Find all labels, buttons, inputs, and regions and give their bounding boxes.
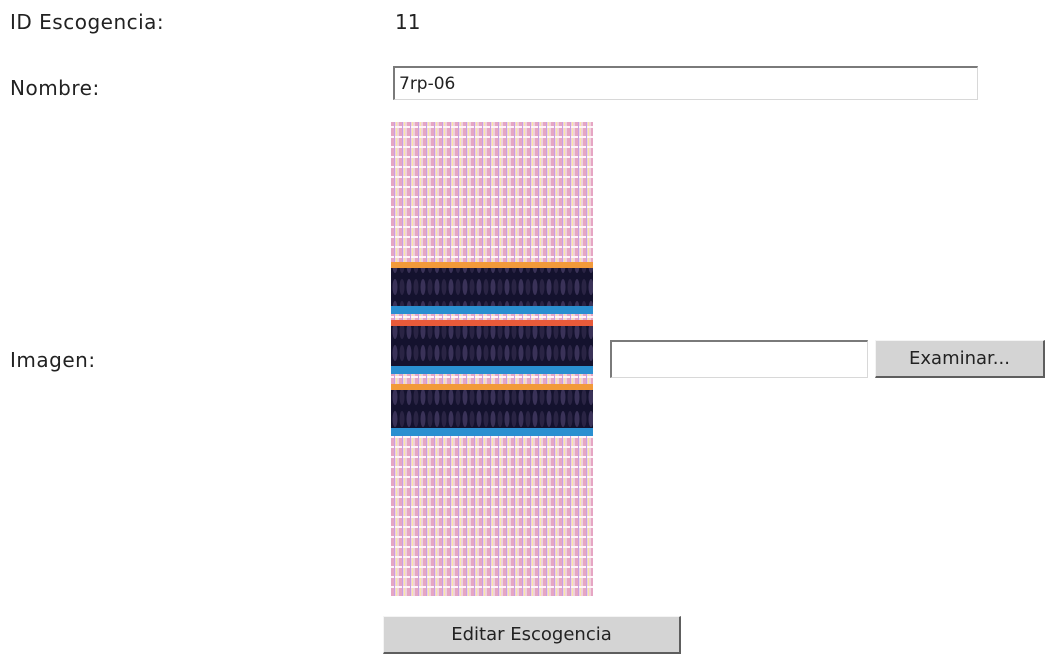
nombre-label: Nombre: bbox=[10, 76, 100, 100]
browse-button[interactable]: Examinar... bbox=[875, 340, 1045, 378]
id-escogencia-value: 11 bbox=[395, 10, 421, 34]
file-path-input[interactable] bbox=[610, 340, 868, 378]
id-escogencia-label: ID Escogencia: bbox=[10, 10, 165, 34]
fabric-image bbox=[391, 122, 593, 596]
imagen-label: Imagen: bbox=[10, 348, 96, 372]
editar-escogencia-button[interactable]: Editar Escogencia bbox=[383, 616, 681, 654]
nombre-input[interactable] bbox=[393, 66, 978, 100]
